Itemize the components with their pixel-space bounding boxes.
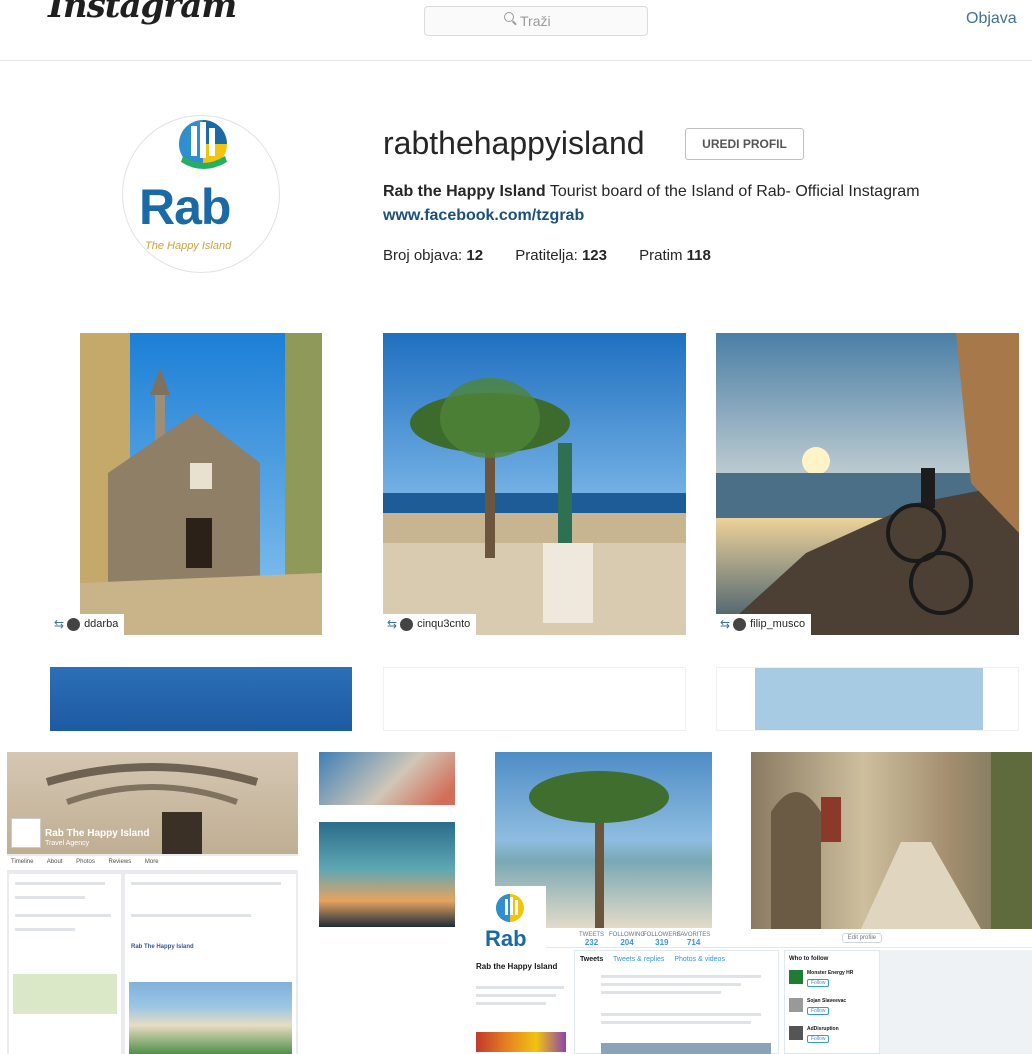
post-username: cinqu3cnto [417,618,471,630]
twitter-avatar: Rab [474,886,546,958]
fb-tab-more[interactable]: More [145,859,159,865]
facebook-sidebar [9,874,121,1054]
facebook-page-logo [11,818,41,848]
instagram-header: Instagram Traži Objava [0,0,1032,61]
search-placeholder: Traži [520,13,551,29]
rab-logo-text: Rab [139,179,231,235]
following-count[interactable]: Pratim 118 [639,247,711,264]
follow-button[interactable]: Follow [807,979,830,987]
follow-button[interactable]: Follow [807,1035,830,1043]
profile-full-name: Rab the Happy Island [383,183,546,200]
follow-suggestion: Sojan Slaveevac Follow [789,997,877,1019]
coast-photo [319,752,455,805]
social-collage: Rab The Happy Island Travel Agency Timel… [0,748,1032,1054]
twitter-photo-strip [476,1032,566,1052]
twitter-logo-text: Rab [485,926,527,951]
twitter-tab-replies[interactable]: Tweets & replies [613,956,664,963]
profile-website-link[interactable]: www.facebook.com/tzgrab [383,207,584,225]
repost-icon: ⇆ [387,617,398,631]
fb-tab-about[interactable]: About [47,859,63,865]
user-avatar [733,617,747,631]
tweet-image [601,1043,771,1054]
suggestion-avatar [789,998,803,1012]
suggestion-name: AdDisruption [807,1026,839,1032]
profile-username: rabthehappyisland [383,125,645,161]
fb-tab-timeline[interactable]: Timeline [11,859,33,865]
twitter-profile-info: Rab the Happy Island [474,960,569,1054]
twitter-who-to-follow: Who to follow Monster Energy HR Follow S… [784,950,880,1054]
twitter-stat-following[interactable]: FOLLOWING 204 [609,932,645,947]
beach-photo [129,982,292,1054]
suggestion-name: Monster Energy HR [807,970,854,976]
upload-link[interactable]: Objava [966,10,1017,28]
sunset-photo [716,333,1019,635]
user-avatar [400,617,414,631]
twitter-tab-media[interactable]: Photos & videos [674,956,725,963]
suggestion-avatar [789,970,803,984]
post-thumbnail-church[interactable]: ⇆ ddarba [50,333,352,635]
who-to-follow-title: Who to follow [789,956,829,962]
twitter-tab-tweets[interactable]: Tweets [580,956,603,963]
facebook-page-type: Travel Agency [45,840,90,847]
twitter-feed: Tweets Tweets & replies Photos & videos [574,950,779,1054]
post-username: filip_musco [750,618,806,630]
fb-tab-reviews[interactable]: Reviews [109,859,132,865]
edit-profile-button[interactable]: UREDI PROFIL [685,128,804,160]
twitter-edit-profile-button[interactable]: Edit profile [841,933,882,943]
twitter-stat-tweets[interactable]: TWEETS 232 [579,932,604,947]
post-thumbnail-sunset[interactable]: ⇆ filip_musco [716,333,1019,635]
post-username: ddarba [84,618,119,630]
profile-avatar: Rab The Happy Island [122,115,280,273]
search-icon [504,12,514,22]
profile-stats: Broj objava: 12 Pratitelja: 123 Pratim 1… [383,247,739,264]
fb-tab-photos[interactable]: Photos [76,859,95,865]
rab-logo-subtext: The Happy Island [145,240,232,252]
post-thumbnail-sea[interactable] [50,667,352,731]
facebook-nav: Timeline About Photos Reviews More [7,856,298,870]
rab-emblem-small [496,894,524,922]
church-photo [80,333,322,635]
suggestion-name: Sojan Slaveevac [807,998,847,1004]
facebook-timeline: Rab The Happy Island [125,874,296,1054]
repost-icon: ⇆ [720,617,731,631]
post-user-tag[interactable]: ⇆ filip_musco [716,614,812,635]
map-thumbnail [13,974,117,1014]
profile-bio-text: Tourist board of the Island of Rab- Offi… [549,183,920,200]
post-thumbnail-blank[interactable] [383,667,686,731]
twitter-stats-bar: TWEETS 232 FOLLOWING 204 FOLLOWERS 319 FAVO… [495,930,1032,948]
twitter-header-street [751,752,1032,929]
posts-count: Broj objava: 12 [383,247,484,264]
instagram-logo[interactable]: Instagram [48,0,237,26]
twitter-background [880,950,1032,1054]
palm-photo [383,333,686,635]
twitter-stat-followers[interactable]: FOLLOWERS 319 [643,932,681,947]
post-thumbnail-palm[interactable]: ⇆ cinqu3cnto [383,333,686,635]
twitter-display-name: Rab the Happy Island [476,962,558,971]
post-thumbnail-sky[interactable] [716,667,1019,731]
twitter-stat-favorites[interactable]: FAVORITES 714 [677,932,710,947]
follow-button[interactable]: Follow [807,1007,830,1015]
sunset-sea-photo [319,822,455,927]
facebook-post-author: Rab The Happy Island [131,944,194,950]
user-avatar [67,617,81,631]
follow-suggestion: AdDisruption Follow [789,1025,877,1047]
search-box[interactable]: Traži [424,6,648,36]
followers-count[interactable]: Pratitelja: 123 [515,247,607,264]
suggestion-avatar [789,1026,803,1040]
facebook-page-screenshot: Rab The Happy Island Travel Agency Timel… [7,752,298,1054]
profile-bio: Rab the Happy Island Tourist board of th… [383,183,920,201]
post-user-tag[interactable]: ⇆ cinqu3cnto [383,614,477,635]
old-town-street-image [771,752,1032,929]
follow-suggestion: Monster Energy HR Follow [789,969,877,991]
facebook-page-name: Rab The Happy Island [45,828,150,839]
post-user-tag[interactable]: ⇆ ddarba [50,614,125,635]
twitter-tabs: Tweets Tweets & replies Photos & videos [580,956,733,963]
repost-icon: ⇆ [54,617,65,631]
sky-image [755,668,983,730]
